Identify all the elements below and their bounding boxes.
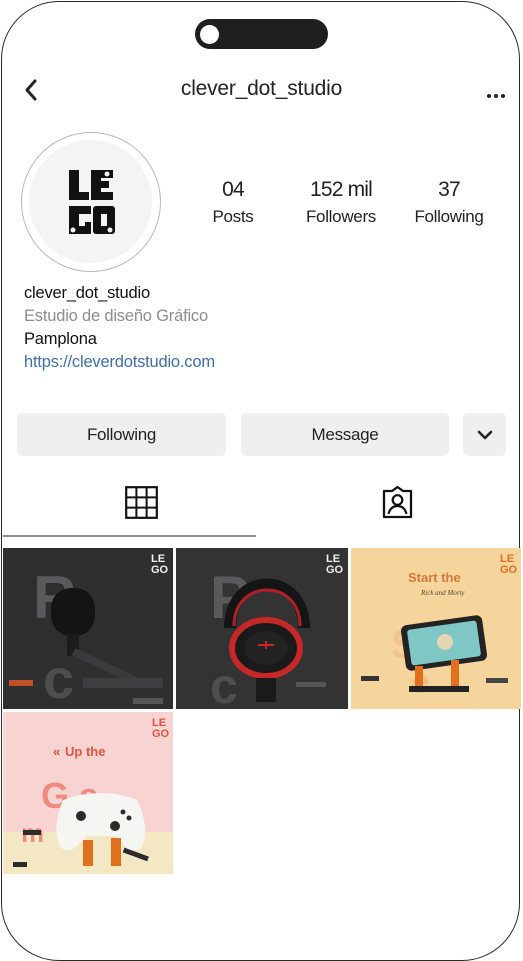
svg-text:c: c (210, 658, 238, 709)
more-dots-icon (487, 94, 505, 98)
post-caption-up: Up the (65, 744, 105, 759)
posts-count-value: 04 (222, 178, 245, 201)
profile-name: clever_dot_studio (24, 284, 150, 302)
avatar (29, 140, 152, 263)
message-button[interactable]: Message (241, 413, 449, 456)
svg-text:GO: GO (500, 564, 518, 576)
suggestions-dropdown-button[interactable] (463, 413, 506, 456)
active-tab-indicator (3, 535, 256, 537)
svg-text:Rick and Morty: Rick and Morty (420, 589, 465, 597)
following-button[interactable]: Following (17, 413, 226, 456)
avatar-ring[interactable] (21, 132, 161, 272)
controller-post: « Up the G a m LE GO (3, 712, 173, 874)
svg-text:c: c (43, 647, 74, 709)
headphones-post: P r c LE GO (176, 548, 348, 709)
profile-website-link[interactable]: https://cleverdotstudio.com (24, 353, 215, 372)
tagged-icon (382, 485, 413, 519)
post-tile-controller[interactable]: « Up the G a m LE GO (3, 712, 173, 874)
grid-icon (125, 486, 158, 519)
phone-stand-post: Start the Rick and Morty S a e LE GO (351, 548, 521, 709)
following-count-value: 37 (438, 178, 461, 201)
lego-logo-icon (69, 170, 115, 234)
followers-count-label: Followers (305, 207, 377, 226)
svg-text:GO: GO (326, 564, 344, 576)
followers-count-value: 152 mil (309, 178, 373, 201)
tab-tagged[interactable] (380, 485, 415, 525)
microphone-post: R c LE GO (3, 548, 173, 709)
post-caption-start: Start the (408, 570, 461, 585)
post-tile-headphones[interactable]: P r c LE GO (176, 548, 348, 709)
post-tile-phone-stand[interactable]: Start the Rick and Morty S a e LE GO (351, 548, 521, 709)
following-count[interactable]: 37 Following (404, 178, 494, 227)
post-tile-microphone[interactable]: R c LE GO (3, 548, 173, 709)
svg-text:GO: GO (151, 564, 169, 576)
posts-count[interactable]: 04 Posts (203, 178, 263, 227)
camera-notch (195, 19, 328, 49)
followers-count[interactable]: 152 mil Followers (296, 178, 386, 227)
profile-location: Pamplona (24, 330, 97, 348)
svg-text:GO: GO (152, 728, 170, 740)
camera-dot (200, 25, 219, 44)
tab-grid[interactable] (125, 486, 158, 524)
profile-username-title: clever_dot_studio (180, 77, 343, 100)
posts-count-label: Posts (212, 207, 254, 226)
profile-description: Estudio de diseño Gráfico (24, 307, 208, 325)
more-options-button[interactable] (486, 86, 508, 98)
svg-text:«: « (53, 744, 60, 759)
chevron-down-icon (477, 430, 492, 439)
following-count-label: Following (414, 207, 484, 226)
